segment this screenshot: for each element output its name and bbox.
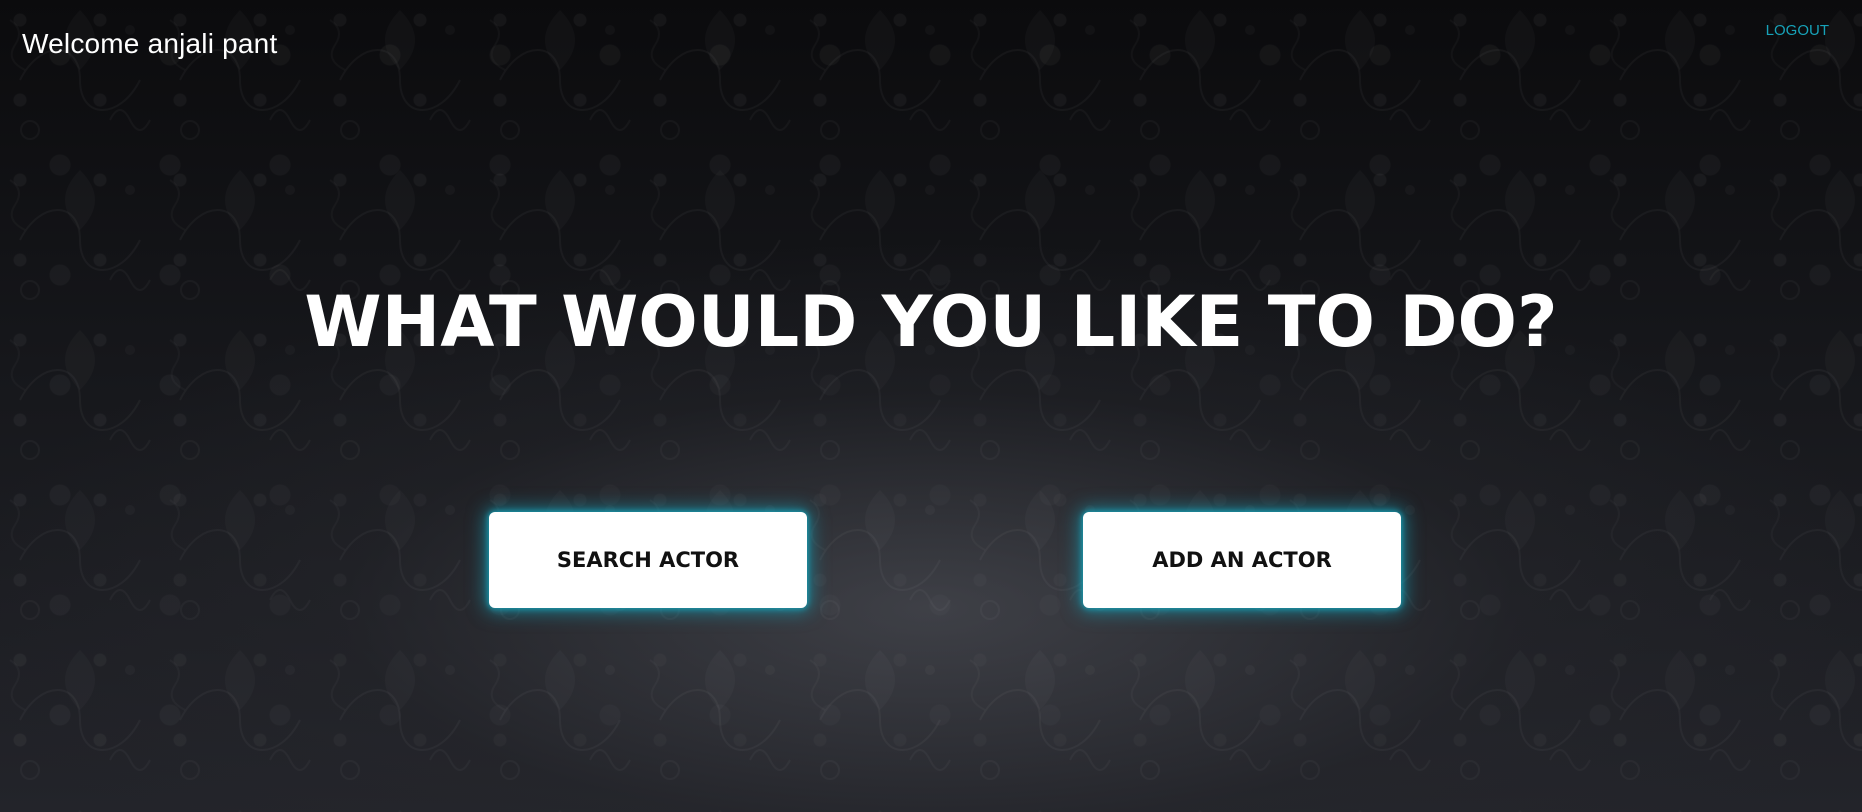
page-title: WHAT WOULD YOU LIKE TO DO? — [304, 281, 1558, 363]
logout-link[interactable]: LOGOUT — [1766, 22, 1829, 39]
welcome-message: Welcome anjali pant — [22, 28, 278, 59]
add-actor-button[interactable]: ADD AN ACTOR — [1083, 512, 1401, 608]
floral-background-pattern — [0, 0, 1862, 812]
search-actor-button[interactable]: SEARCH ACTOR — [489, 512, 807, 608]
